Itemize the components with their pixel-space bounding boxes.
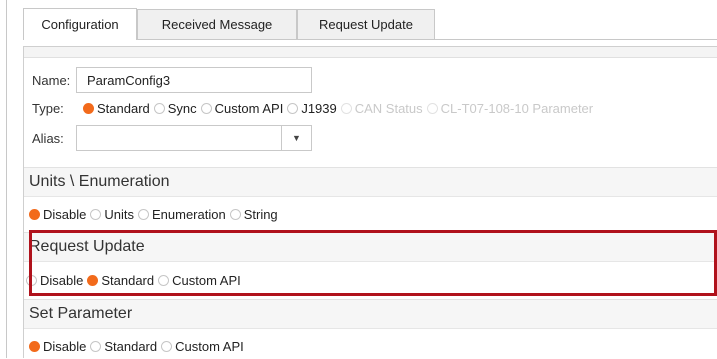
name-input-value: ParamConfig3 (87, 72, 171, 88)
type-option-label: Standard (97, 100, 150, 116)
units-option-label: Units (104, 206, 134, 222)
alias-label: Alias: (32, 130, 64, 146)
radio-empty-icon (426, 102, 438, 114)
type-option-label: J1939 (301, 100, 337, 116)
radio-empty-icon (153, 102, 165, 114)
request-update-option-standard[interactable]: Standard (87, 273, 154, 288)
set-parameter-option-label: Custom API (175, 338, 244, 354)
type-option-can-status: CAN Status (340, 100, 423, 116)
type-option-label: CL-T07-108-10 Parameter (440, 100, 594, 116)
configuration-panel: Name: ParamConfig3 Type: Standard Sync C… (23, 46, 717, 359)
units-option-label: Enumeration (151, 206, 226, 222)
type-radio-group: Standard Sync Custom API J1939 CAN Statu… (83, 101, 597, 116)
set-parameter-option-disable[interactable]: Disable (29, 339, 86, 354)
radio-empty-icon (287, 102, 299, 114)
tab-received-message[interactable]: Received Message (137, 9, 297, 39)
units-option-disable[interactable]: Disable (29, 207, 86, 222)
set-parameter-option-custom-api[interactable]: Custom API (161, 339, 244, 354)
radio-empty-icon (161, 340, 173, 352)
alias-row: Alias: ▼ (24, 124, 717, 152)
type-option-sync[interactable]: Sync (153, 100, 197, 116)
units-option-units[interactable]: Units (90, 207, 134, 222)
type-option-cl-t07-parameter: CL-T07-108-10 Parameter (426, 100, 594, 116)
name-label: Name: (32, 72, 71, 88)
tab-request-update[interactable]: Request Update (297, 9, 435, 39)
type-label: Type: (32, 100, 64, 116)
units-section-title: Units \ Enumeration (24, 167, 717, 197)
alias-combobox[interactable]: ▼ (76, 125, 312, 151)
type-option-label: CAN Status (354, 100, 423, 116)
radio-empty-icon (90, 208, 102, 220)
panel-header-strip (24, 47, 717, 58)
radio-empty-icon (26, 274, 37, 286)
set-parameter-option-label: Standard (104, 338, 158, 354)
request-update-option-label: Disable (40, 272, 84, 288)
request-update-section-title: Request Update (24, 232, 717, 262)
set-parameter-option-label: Disable (43, 338, 87, 354)
name-input[interactable]: ParamConfig3 (76, 67, 312, 93)
radio-selected-icon (29, 340, 40, 352)
radio-empty-icon (158, 274, 170, 286)
radio-empty-icon (200, 102, 212, 114)
config-window: Configuration Received Message Request U… (6, 0, 717, 359)
radio-empty-icon (340, 102, 352, 114)
radio-empty-icon (90, 340, 102, 352)
units-option-enumeration[interactable]: Enumeration (137, 206, 226, 222)
set-parameter-section-title: Set Parameter (24, 299, 717, 329)
radio-selected-icon (83, 102, 94, 114)
request-update-option-label: Custom API (172, 272, 241, 288)
type-option-label: Custom API (214, 100, 284, 116)
radio-selected-icon (87, 274, 99, 286)
radio-empty-icon (137, 208, 149, 220)
units-option-label: Disable (43, 206, 87, 222)
tab-configuration[interactable]: Configuration (23, 8, 137, 40)
set-parameter-radio-group: Disable Standard Custom API (24, 333, 717, 359)
units-option-string[interactable]: String (229, 206, 278, 222)
chevron-down-icon[interactable]: ▼ (281, 125, 311, 151)
name-row: Name: ParamConfig3 (24, 66, 717, 94)
radio-selected-icon (29, 208, 40, 220)
radio-empty-icon (229, 208, 241, 220)
request-update-radio-group: Disable Standard Custom API (24, 267, 717, 293)
units-option-label: String (243, 206, 278, 222)
request-update-option-disable[interactable]: Disable (26, 273, 83, 288)
type-option-label: Sync (167, 100, 197, 116)
request-update-option-custom-api[interactable]: Custom API (158, 273, 241, 288)
set-parameter-option-standard[interactable]: Standard (90, 339, 157, 354)
type-option-custom-api[interactable]: Custom API (200, 100, 284, 116)
type-option-j1939[interactable]: J1939 (287, 100, 337, 116)
units-radio-group: Disable Units Enumeration String (24, 201, 717, 227)
type-option-standard[interactable]: Standard (83, 101, 150, 116)
type-row: Type: Standard Sync Custom API J1939 CAN… (24, 98, 717, 118)
request-update-option-label: Standard (101, 272, 155, 288)
tab-bar: Configuration Received Message Request U… (13, 0, 717, 40)
